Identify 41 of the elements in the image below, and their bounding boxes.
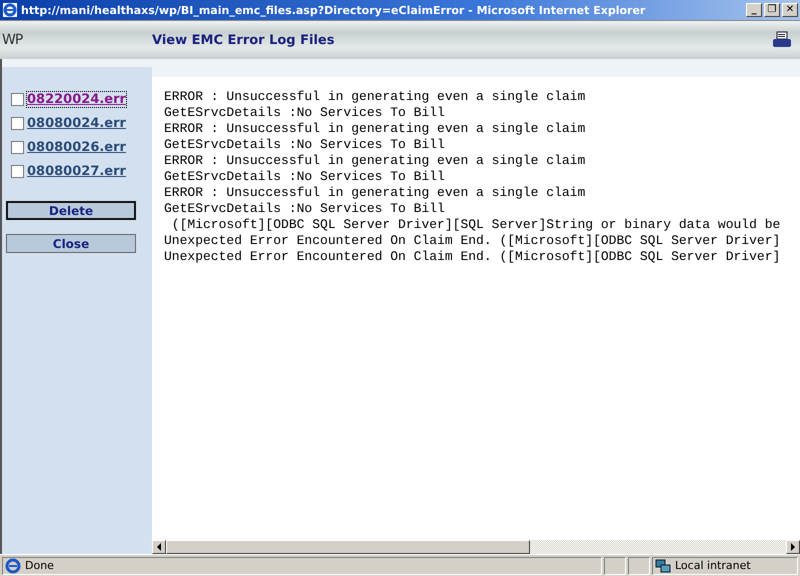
checkbox[interactable] bbox=[11, 140, 24, 154]
log-line: ERROR : Unsuccessful in generating even a single claim bbox=[164, 185, 586, 201]
browser-icon bbox=[2, 2, 18, 18]
file-link[interactable]: 08080026.err bbox=[27, 140, 126, 154]
log-line: Unexpected Error Encountered On Claim End. ([Microsoft][ODBC SQL Server Driver] bbox=[164, 249, 780, 265]
log-line: ([Microsoft][ODBC SQL Server Driver][SQL Server]String or binary data would be bbox=[170, 217, 780, 233]
checkbox[interactable] bbox=[11, 116, 24, 130]
checkbox[interactable] bbox=[11, 164, 24, 178]
log-line: GetESrvcDetails :No Services To Bill bbox=[164, 169, 445, 185]
log-line: ERROR : Unsuccessful in generating even a single claim bbox=[164, 153, 586, 169]
page-icon bbox=[5, 558, 21, 574]
status-pane bbox=[628, 556, 650, 574]
page-title: View EMC Error Log Files bbox=[152, 32, 336, 48]
close-button[interactable]: ✕ bbox=[782, 3, 798, 17]
zone-text: Local intranet bbox=[675, 559, 751, 572]
status-text: Done bbox=[25, 559, 54, 572]
right-arrow-icon bbox=[790, 543, 796, 551]
scroll-right-button[interactable] bbox=[786, 540, 800, 554]
logo-text: WP bbox=[1, 32, 24, 48]
log-line: GetESrvcDetails :No Services To Bill bbox=[164, 201, 445, 217]
restore-button[interactable]: ❐ bbox=[764, 3, 780, 17]
horizontal-scrollbar[interactable] bbox=[152, 540, 800, 554]
file-link[interactable]: 08080027.err bbox=[27, 164, 126, 178]
log-line: Unexpected Error Encountered On Claim End. ([Microsoft][ODBC SQL Server Driver] bbox=[164, 233, 780, 249]
file-link[interactable]: 08080024.err bbox=[27, 116, 126, 130]
network-icon bbox=[655, 558, 671, 574]
log-line: GetESrvcDetails :No Services To Bill bbox=[164, 105, 445, 121]
log-line: GetESrvcDetails :No Services To Bill bbox=[164, 137, 445, 153]
status-pane bbox=[604, 556, 626, 574]
scroll-left-button[interactable] bbox=[152, 540, 166, 554]
action-button[interactable]: Delete bbox=[6, 201, 136, 220]
action-button[interactable]: Close bbox=[6, 234, 136, 253]
minimize-button[interactable]: _ bbox=[746, 3, 762, 17]
left-arrow-icon bbox=[156, 543, 162, 551]
log-line: ERROR : Unsuccessful in generating even a single claim bbox=[164, 89, 586, 105]
window-title: http://mani/healthaxs/wp/BI_main_emc_files.asp?Directory=eClaimError - Microsoft Internet Explorer bbox=[21, 4, 646, 16]
print-icon[interactable] bbox=[772, 31, 792, 49]
file-link[interactable]: 08220024.err bbox=[27, 92, 126, 106]
scroll-thumb[interactable] bbox=[166, 540, 530, 554]
log-line: ERROR : Unsuccessful in generating even a single claim bbox=[164, 121, 586, 137]
checkbox[interactable] bbox=[11, 92, 24, 106]
